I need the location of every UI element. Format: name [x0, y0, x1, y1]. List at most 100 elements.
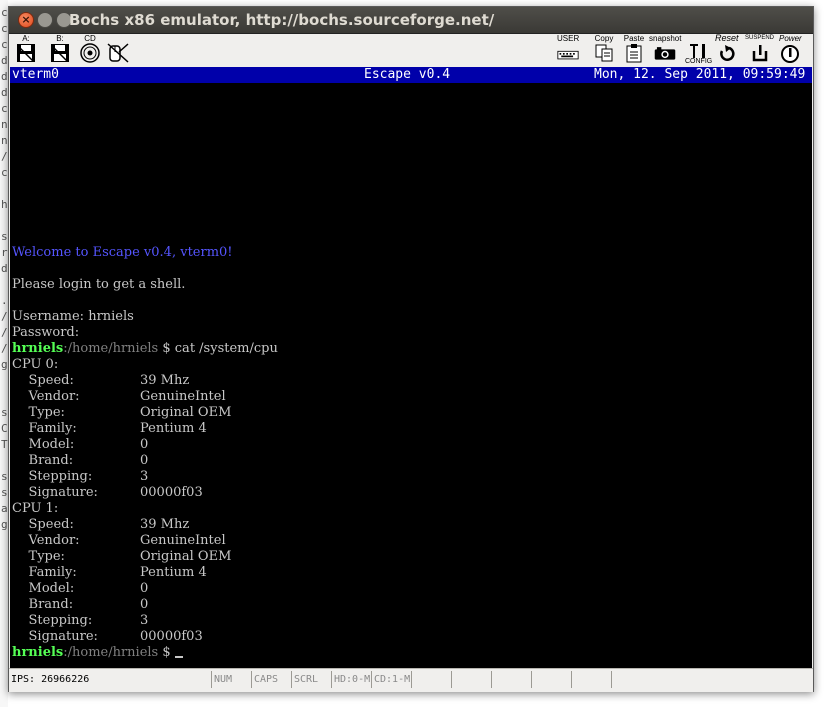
prompt-symbol: $: [158, 645, 175, 660]
floppy-icon: [49, 43, 71, 63]
mouse-icon: [107, 43, 129, 63]
edge-char: /: [1, 310, 8, 323]
cpu-field: Signature: 00000f03: [12, 485, 203, 500]
cpu-block-1: CPU 1: Speed: 39 Mhz Vendor: GenuineIntel …: [12, 501, 810, 645]
cpu-field: Family: Pentium 4: [12, 421, 207, 436]
edge-char: c: [1, 166, 8, 179]
reset-button[interactable]: Reset: [715, 34, 739, 67]
cd-icon: [79, 43, 101, 63]
floppy-a-button[interactable]: A:: [15, 34, 37, 67]
paste-icon: [623, 43, 645, 63]
caps-lock-indicator: CAPS: [251, 671, 290, 688]
user-label: USER: [557, 34, 580, 43]
cdrom-label: CD: [84, 34, 96, 43]
cpu-header: CPU 0:: [12, 357, 59, 372]
status-slot: [611, 671, 650, 688]
window-title: Bochs x86 emulator, http://bochs.sourcef…: [69, 11, 495, 29]
edge-char: /: [1, 326, 8, 339]
copy-label: Copy: [594, 34, 614, 43]
title-bar[interactable]: × Bochs x86 emulator, http://bochs.sourc…: [9, 7, 813, 34]
cpu-field: Stepping: 3: [12, 613, 149, 628]
status-slot: [571, 671, 610, 688]
mouse-button[interactable]: [107, 34, 129, 67]
prompt-symbol: $: [158, 341, 175, 356]
edge-char: s: [1, 486, 8, 499]
cpu-field: Stepping: 3: [12, 469, 149, 484]
cpu-field: Model: 0: [12, 581, 149, 596]
num-lock-indicator: NUM: [211, 671, 250, 688]
edge-char: h: [1, 198, 8, 211]
edge-char: c: [1, 102, 8, 115]
edge-char: d: [1, 54, 8, 67]
edge-char: /: [1, 150, 8, 163]
edge-char: g: [1, 358, 8, 371]
suspend-icon: [749, 43, 771, 63]
prompt-path: :/home/hrniels: [63, 645, 159, 660]
config-label: CONFIG: [685, 58, 713, 65]
copy-button[interactable]: Copy: [593, 34, 615, 67]
cdrom-button[interactable]: CD: [79, 34, 101, 67]
cpu-field: Vendor: GenuineIntel: [12, 389, 226, 404]
cpu-field: Type: Original OEM: [12, 405, 232, 420]
snapshot-label: snapshot: [649, 34, 682, 43]
edge-char: n: [1, 134, 8, 147]
cpu-block-0: CPU 0: Speed: 39 Mhz Vendor: GenuineIntel …: [12, 357, 810, 501]
close-button[interactable]: ×: [18, 12, 34, 28]
current-prompt-line[interactable]: hrniels:/home/hrniels $: [12, 645, 810, 661]
status-slot: [531, 671, 570, 688]
edge-char: d: [1, 86, 8, 99]
edge-char: a: [1, 502, 8, 515]
cpu-header: CPU 1:: [12, 501, 59, 516]
edge-char: C: [1, 422, 8, 435]
status-slot: [411, 671, 450, 688]
edge-char: n: [1, 118, 8, 131]
cpu-field: Signature: 00000f03: [12, 629, 203, 644]
cpu-field: Brand: 0: [12, 453, 149, 468]
hd-indicator: HD:0-M: [331, 671, 370, 688]
vterm-title: Escape v0.4: [364, 67, 451, 82]
edge-char: d: [1, 262, 8, 275]
minimize-button[interactable]: [37, 12, 53, 28]
toolbar: A: B: CD USER Copy Paste snapshot CONFIG…: [9, 34, 813, 67]
edge-char: s: [1, 470, 8, 483]
background-desktop-edge: c c c d d d c n n / c h s r d. / / / g s C Ts s a g: [0, 0, 8, 707]
floppy-b-label: B:: [56, 34, 64, 43]
cd-indicator: CD:1-M: [371, 671, 410, 688]
cpu-field: Family: Pentium 4: [12, 565, 207, 580]
command-prompt-line: hrniels:/home/hrniels $ cat /system/cpu: [12, 341, 810, 357]
user-button[interactable]: USER: [557, 34, 579, 67]
snapshot-button[interactable]: snapshot: [649, 34, 681, 67]
power-label: Power: [779, 34, 802, 43]
floppy-b-button[interactable]: B:: [49, 34, 71, 67]
terminal-output: Welcome to Escape v0.4, vterm0! Please l…: [12, 245, 810, 661]
cpu-field: Vendor: GenuineIntel: [12, 533, 226, 548]
emulator-screen[interactable]: vterm0 Escape v0.4 Mon, 12. Sep 2011, 09…: [10, 67, 812, 668]
reset-label: Reset: [715, 33, 739, 43]
username-line: Username: hrniels: [12, 309, 134, 324]
cpu-field: Brand: 0: [12, 597, 149, 612]
password-line: Password:: [12, 325, 80, 340]
paste-label: Paste: [623, 34, 645, 43]
suspend-button[interactable]: SUSPEND: [745, 34, 774, 67]
command-text: cat /system/cpu: [174, 341, 278, 356]
bochs-window: × Bochs x86 emulator, http://bochs.sourc…: [8, 6, 814, 692]
login-prompt-line: Please login to get a shell.: [12, 277, 186, 292]
prompt-user: hrniels: [12, 341, 64, 356]
edge-char: c: [1, 22, 8, 35]
camera-icon: [654, 43, 676, 63]
edge-char: /: [1, 342, 8, 355]
status-slot: [451, 671, 490, 688]
keyboard-icon: [557, 43, 579, 63]
cpu-field: Speed: 39 Mhz: [12, 373, 190, 388]
text-cursor: [174, 656, 183, 658]
copy-icon: [593, 43, 615, 63]
paste-button[interactable]: Paste: [623, 34, 645, 67]
edge-char: c: [1, 6, 8, 19]
config-button[interactable]: CONFIG: [685, 34, 712, 67]
scroll-lock-indicator: SCRL: [291, 671, 330, 688]
cpu-field: Model: 0: [12, 437, 149, 452]
power-button[interactable]: Power: [779, 34, 802, 67]
edge-char: .: [1, 294, 8, 307]
edge-char: s: [1, 406, 8, 419]
tools-icon: [688, 43, 710, 58]
